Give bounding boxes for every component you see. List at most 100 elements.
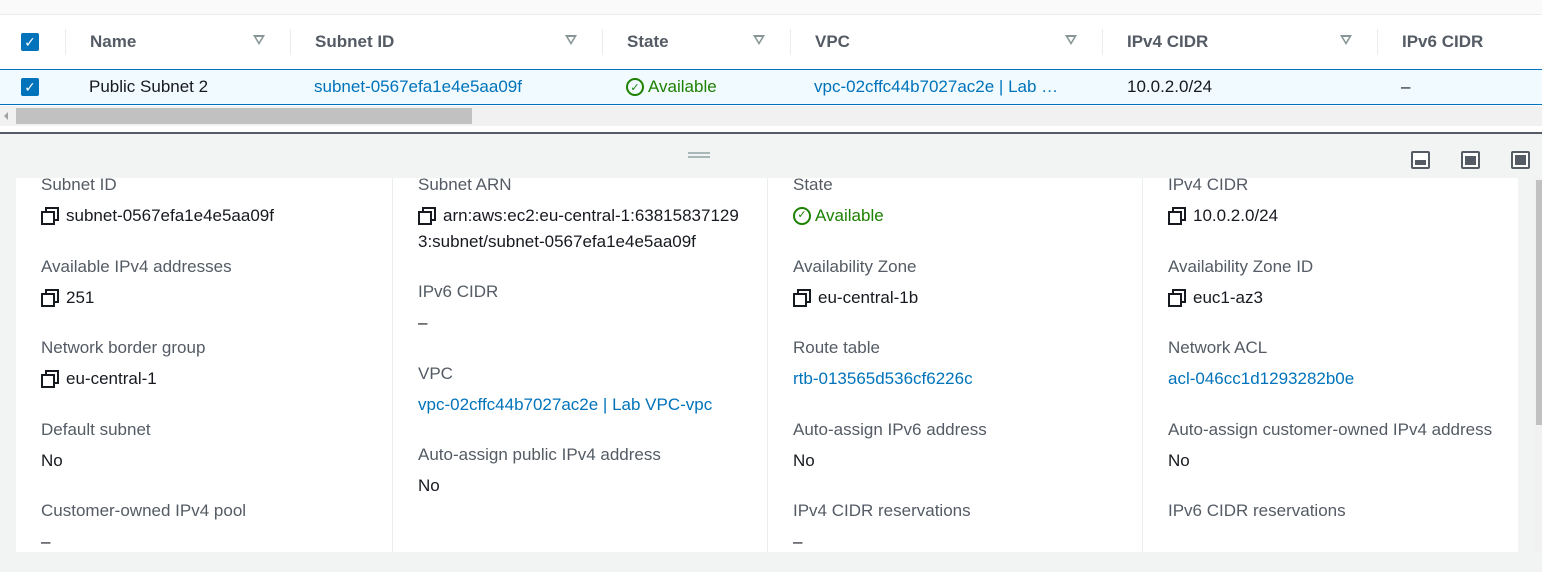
copy-icon[interactable] [41,207,59,225]
field-value-text: 251 [66,287,95,307]
field-value-text: subnet-0567efa1e4e5aa09f [66,206,274,225]
column-divider [790,29,791,55]
column-divider [602,29,603,55]
field-value: rtb-013565d536cf6226c [793,366,1122,392]
field-auto-assign-public-ipv4-address: Auto-assign public IPv4 address No [418,442,747,499]
panel-full-icon[interactable] [1511,151,1530,169]
copy-icon[interactable] [41,370,59,388]
field-label: Auto-assign public IPv4 address [418,445,661,464]
field-label: IPv4 CIDR reservations [793,501,971,520]
select-all-checkbox[interactable]: ✓ [21,16,39,68]
column-header-vpc[interactable]: VPC [815,16,850,68]
field-value-text: No [793,450,815,470]
column-divider [1102,29,1103,55]
checkmark-icon: ✓ [21,78,39,96]
field-value: 251 [41,285,371,311]
copy-icon[interactable] [793,288,811,307]
column-divider [1377,29,1378,55]
field-network-border-group: Network border group eu-central-1 [41,335,371,392]
field-value: vpc-02cffc44b7027ac2e | Lab VPC-vpc [418,392,747,418]
table-row[interactable]: ✓ Public Subnet 2 subnet-0567efa1e4e5aa0… [0,69,1542,105]
row-name: Public Subnet 2 [89,77,209,96]
vertical-scrollbar-thumb[interactable] [1536,180,1542,425]
field-value-text: No [1168,450,1190,470]
column-header-state[interactable]: State [627,16,669,68]
field-value-text: – [418,313,428,332]
field-value-text: 10.0.2.0/24 [1193,206,1279,225]
details-column: IPv4 CIDR 10.0.2.0/24 Availability Zone ID… [1142,178,1517,552]
field-label: IPv4 CIDR [1168,178,1249,194]
scrollbar-thumb[interactable] [16,108,472,124]
field-subnet-arn: Subnet ARN arn:aws:ec2:eu-central-1:63815… [418,178,747,254]
field-state: State ✓ Available [793,178,1122,229]
row-vpc-link[interactable]: vpc-02cffc44b7027ac2e | Lab … [814,70,1058,104]
field-value-text: Available [815,206,884,225]
field-label: VPC [418,363,453,383]
horizontal-scrollbar[interactable] [0,106,1542,126]
resize-handle[interactable] [688,152,710,158]
details-column: Subnet ID subnet-0567efa1e4e5aa09f Availab… [16,178,391,552]
row-state-text: Available [648,77,717,96]
filter-icon[interactable] [1065,35,1077,45]
field-value-text: – [793,532,803,551]
column-header-ipv4-cidr[interactable]: IPv4 CIDR [1127,16,1208,68]
field-value: – [418,310,747,336]
scroll-left-icon[interactable] [4,112,8,120]
copy-icon[interactable] [1168,288,1186,307]
field-value: No [41,448,371,474]
field-value: euc1-az3 [1168,285,1497,311]
filter-icon[interactable] [753,35,765,45]
field-value-text: No [41,450,63,470]
field-value: No [1168,448,1497,474]
field-value: – [793,529,1122,552]
filter-icon[interactable] [1340,35,1352,45]
field-auto-assign-customer-owned-ipv4-address: Auto-assign customer-owned IPv4 address N… [1168,417,1497,474]
field-label: Subnet ARN [418,178,512,194]
copy-icon[interactable] [418,207,436,225]
field-label: Default subnet [41,419,151,439]
column-header-ipv6-cidr[interactable]: IPv6 CIDR [1402,16,1483,68]
field-availability-zone: Availability Zone eu-central-1b [793,254,1122,311]
field-value: acl-046cc1d1293282b0e [1168,366,1497,392]
field-link[interactable]: acl-046cc1d1293282b0e [1168,369,1354,388]
field-label: Auto-assign customer-owned IPv4 address [1168,419,1493,439]
details-column: Subnet ARN arn:aws:ec2:eu-central-1:63815… [392,178,767,552]
check-circle-icon: ✓ [626,78,644,96]
field-link[interactable]: vpc-02cffc44b7027ac2e | Lab VPC-vpc [418,395,712,414]
column-header-subnet-id[interactable]: Subnet ID [315,16,394,68]
field-label: IPv6 CIDR [418,282,499,301]
check-circle-icon: ✓ [793,206,811,225]
field-label: Subnet ID [41,178,117,194]
field-ipv6-cidr: IPv6 CIDR – [418,279,747,336]
row-state: ✓ Available [626,70,717,104]
field-default-subnet: Default subnet No [41,417,371,474]
subnets-table: ✓ Name Subnet ID State VPC IPv4 CIDR IPv… [0,0,1542,134]
field-value: ✓ Available [793,203,1122,229]
panel-bottom-large-icon[interactable] [1461,151,1480,169]
filter-icon[interactable] [253,35,265,45]
field-value-text: – [41,532,51,551]
field-label: Customer-owned IPv4 pool [41,501,247,520]
copy-icon[interactable] [41,288,59,307]
column-header-name[interactable]: Name [90,16,136,68]
panel-bottom-small-icon[interactable] [1411,151,1430,169]
row-subnet-id-link[interactable]: subnet-0567efa1e4e5aa09f [314,70,522,104]
details-panel: Subnet ID subnet-0567efa1e4e5aa09f Availab… [16,178,1518,552]
copy-icon[interactable] [1168,207,1186,225]
filter-icon[interactable] [565,35,577,45]
field-network-acl: Network ACL acl-046cc1d1293282b0e [1168,335,1497,392]
field-link[interactable]: rtb-013565d536cf6226c [793,369,973,388]
field-label: Auto-assign IPv6 address [793,419,987,439]
field-value: No [418,473,747,499]
field-value-text: arn:aws:ec2:eu-central-1:638158371293:su… [418,206,739,251]
column-divider [65,29,66,55]
row-checkbox[interactable]: ✓ [21,70,39,104]
field-label: Availability Zone ID [1168,256,1314,276]
field-ipv6-cidr-reservations: IPv6 CIDR reservations [1168,498,1497,523]
field-available-ipv4-addresses: Available IPv4 addresses 251 [41,254,371,311]
field-ipv4-cidr: IPv4 CIDR 10.0.2.0/24 [1168,178,1497,229]
field-label: Availability Zone [793,256,917,276]
row-ipv4-cidr: 10.0.2.0/24 [1127,77,1213,96]
field-value-text: eu-central-1 [66,369,157,388]
field-subnet-id: Subnet ID subnet-0567efa1e4e5aa09f [41,178,371,229]
